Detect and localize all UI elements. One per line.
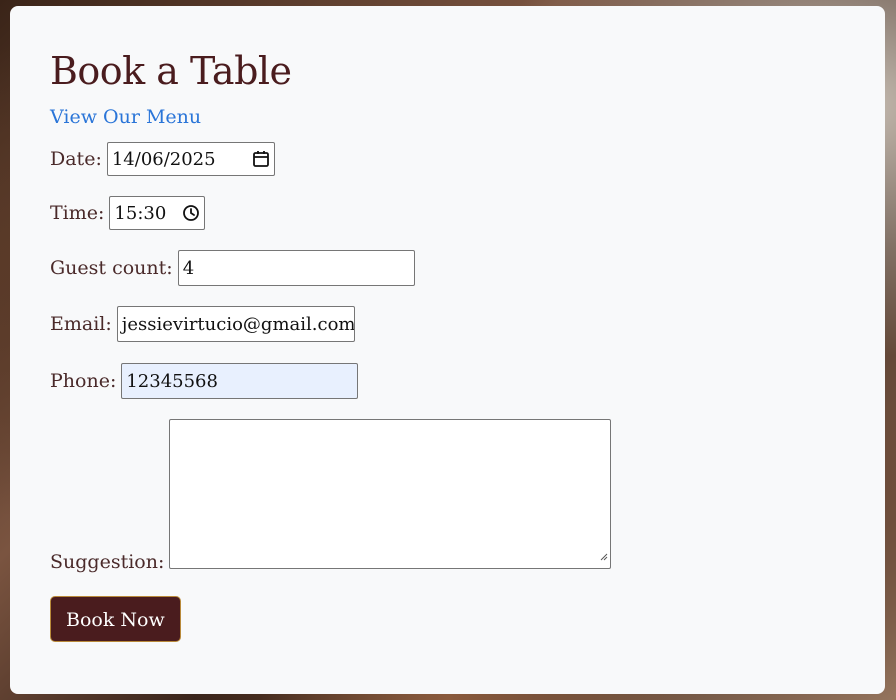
time-row: Time: 15:30 (50, 196, 845, 230)
time-label: Time: (50, 202, 105, 224)
date-row: Date: 14/06/2025 (50, 142, 845, 176)
suggestion-row: Suggestion: (50, 419, 845, 573)
phone-label: Phone: (50, 370, 117, 392)
email-value: jessievirtucio@gmail.com (121, 313, 355, 335)
phone-value: 12345568 (126, 370, 218, 392)
guest-count-row: Guest count: 4 (50, 250, 845, 286)
date-value: 14/06/2025 (111, 148, 216, 170)
booking-card: Book a Table View Our Menu Date: 14/06/2… (10, 6, 885, 694)
guest-count-value: 4 (182, 257, 195, 279)
book-now-button[interactable]: Book Now (50, 596, 181, 642)
suggestion-textarea[interactable] (169, 419, 612, 569)
submit-container: Book Now (50, 569, 845, 642)
date-label: Date: (50, 148, 102, 170)
calendar-icon[interactable] (252, 150, 270, 168)
email-input[interactable]: jessievirtucio@gmail.com (116, 306, 355, 342)
clock-icon[interactable] (182, 204, 200, 222)
email-row: Email: jessievirtucio@gmail.com (50, 306, 845, 342)
phone-row: Phone: 12345568 (50, 363, 845, 399)
view-menu-link[interactable]: View Our Menu (50, 106, 201, 128)
page-title: Book a Table (50, 49, 292, 93)
guest-count-input[interactable]: 4 (177, 250, 415, 286)
email-label: Email: (50, 313, 112, 335)
resize-grip-icon[interactable] (600, 544, 608, 566)
time-value: 15:30 (114, 202, 167, 224)
guest-count-label: Guest count: (50, 257, 173, 279)
time-input[interactable]: 15:30 (109, 196, 206, 230)
phone-input[interactable]: 12345568 (121, 363, 359, 399)
date-input[interactable]: 14/06/2025 (106, 142, 275, 176)
